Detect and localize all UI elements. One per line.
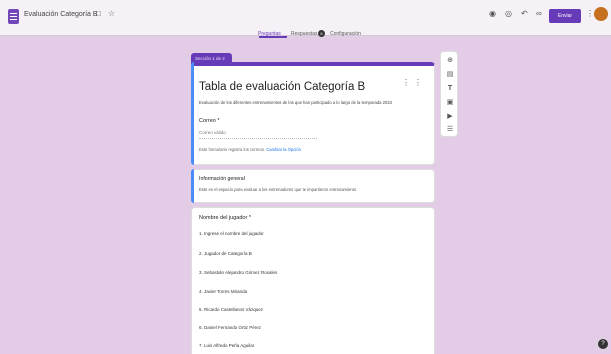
more-icon[interactable]: ⋮ — [586, 10, 594, 18]
link-icon[interactable]: ∞ — [536, 10, 542, 18]
form-title[interactable]: Tabla de evaluación Categoría B — [199, 81, 365, 93]
change-setting-link[interactable]: Cambiar la Opción — [266, 147, 301, 152]
import-icon[interactable]: ▤ — [441, 71, 459, 78]
add-question-icon[interactable]: ⊕ — [441, 57, 459, 64]
list-item[interactable]: 2. Jugador de Categoría B — [199, 251, 252, 256]
avatar[interactable] — [594, 7, 608, 21]
section-icon[interactable]: ☰ — [441, 126, 459, 133]
eye-icon[interactable]: ◎ — [505, 10, 512, 18]
list-item[interactable]: 3. Sebastián Alejandro Gómez Rosales — [199, 270, 277, 275]
video-icon[interactable]: ▶ — [441, 113, 459, 120]
image-icon[interactable]: ▣ — [441, 99, 459, 106]
palette-icon[interactable]: ◉ — [489, 10, 496, 18]
email-note: Este formulario registra los correos. Ca… — [199, 147, 301, 152]
question-card[interactable]: Nombre del jugador * 1. Ingrese el nombr… — [191, 207, 435, 354]
email-note-text: Este formulario registra los correos. — [199, 147, 266, 152]
more-options-icon[interactable]: ⋮⋮ — [402, 78, 426, 87]
list-item[interactable]: 6. Daniel Fernando Ortiz Pérez — [199, 325, 261, 330]
list-item[interactable]: 5. Ricardo Castellanos Vázquez — [199, 307, 263, 312]
document-title[interactable]: Evaluación Categoría B — [24, 11, 98, 18]
help-icon[interactable]: ? — [598, 339, 608, 349]
info-title: Información general — [199, 176, 245, 182]
email-field[interactable]: Correo válido — [199, 130, 317, 139]
side-toolbar: ⊕ ▤ T ▣ ▶ ☰ — [440, 51, 458, 137]
tab-settings[interactable]: Configuración — [330, 31, 361, 37]
list-item[interactable]: 1. Ingrese el nombre del jugador — [199, 231, 264, 236]
form-description[interactable]: Evaluación de los diferentes entrenamien… — [199, 100, 431, 105]
question-title: Nombre del jugador * — [199, 215, 251, 221]
send-button[interactable]: Enviar — [549, 9, 581, 23]
star-icon[interactable]: ☆ — [108, 10, 115, 18]
undo-icon[interactable]: ↶ — [521, 10, 528, 18]
info-card[interactable]: Información general Este es el espacio p… — [191, 169, 435, 203]
info-text: Este es el espacio para evaluar a los en… — [199, 187, 357, 192]
tab-responses[interactable]: Respuestas — [291, 31, 317, 37]
title-icon[interactable]: T — [441, 85, 459, 92]
email-label: Correo * — [199, 118, 220, 124]
active-tab-indicator — [259, 36, 287, 38]
list-item[interactable]: 4. Javier Torres Miranda — [199, 289, 247, 294]
forms-doc-icon[interactable] — [8, 9, 19, 24]
list-item[interactable]: 7. Luis Alfredo Peña Aguilar — [199, 343, 254, 348]
form-header-card[interactable]: Tabla de evaluación Categoría B ⋮⋮ Evalu… — [191, 62, 435, 165]
folder-icon[interactable]: □ — [96, 10, 101, 18]
responses-count-badge: 6 — [318, 30, 325, 37]
